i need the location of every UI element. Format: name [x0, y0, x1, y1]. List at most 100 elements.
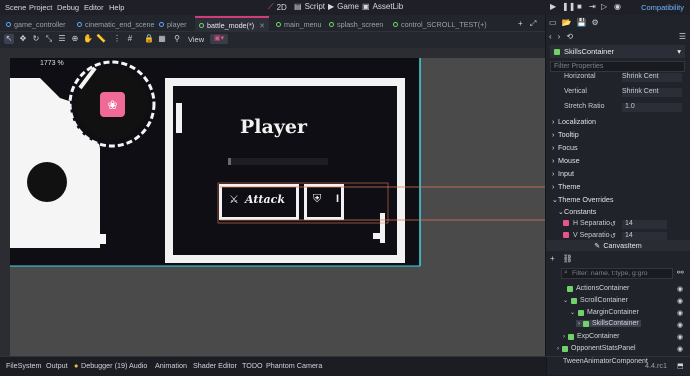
section-tooltip[interactable]: Tooltip [558, 130, 579, 139]
chevron-right-icon: › [552, 169, 555, 178]
tab-main-menu[interactable]: main_menu [272, 18, 326, 30]
tab-control-scroll-test[interactable]: control_SCROLL_TEST(+) [389, 18, 491, 30]
visibility-icon[interactable]: ◉ [677, 321, 683, 329]
menu-help[interactable]: Help [109, 3, 124, 12]
tab-player[interactable]: player [155, 18, 191, 30]
tab-shader-editor[interactable]: Shader Editor [193, 361, 237, 370]
move-mode-icon[interactable]: ✥ [18, 34, 28, 44]
stretch-ratio-field[interactable]: 1.0 [622, 103, 682, 112]
zoom-level[interactable]: 1773 % [40, 60, 64, 67]
renderer-label[interactable]: Compatibility [641, 3, 684, 12]
ruler-icon[interactable]: 📏 [96, 34, 106, 44]
vertical-ruler[interactable] [0, 48, 10, 356]
rotate-mode-icon[interactable]: ↻ [31, 34, 41, 44]
group-icon[interactable]: ▦ [157, 34, 167, 44]
new-resource-icon[interactable]: ▭ [549, 18, 557, 30]
tab-output[interactable]: Output [46, 361, 68, 370]
stop-icon[interactable]: ■ [577, 2, 582, 11]
visibility-icon[interactable]: ◉ [677, 345, 683, 353]
tab-splash-screen[interactable]: splash_screen [325, 18, 387, 30]
back-icon[interactable]: ‹ [549, 32, 552, 42]
tree-item-margincontainer[interactable]: ⌄ MarginContainer [570, 309, 639, 316]
pan-icon[interactable]: ✋ [83, 34, 93, 44]
visibility-icon[interactable]: ◉ [677, 297, 683, 305]
workspace-script-button[interactable]: ▤ Script [294, 2, 325, 11]
tab-audio[interactable]: Audio [129, 361, 147, 370]
section-input[interactable]: Input [558, 169, 574, 178]
tree-item-opponentstatspanel[interactable]: › OpponentStatsPanel [557, 345, 636, 352]
tree-item-tweenanimatorcomponent[interactable]: TweenAnimatorComponent [563, 358, 648, 365]
panel-toggle-icon[interactable]: ⬒ [677, 361, 684, 370]
object-menu-icon[interactable]: ☰ [679, 32, 686, 42]
menu-scene[interactable]: Scene [5, 3, 26, 12]
h-separation-field[interactable]: 14 [622, 220, 667, 229]
view-menu[interactable]: View [188, 35, 204, 44]
vertical-dropdown[interactable]: Shrink Cent [622, 88, 682, 97]
open-icon[interactable]: 📂 [562, 18, 572, 30]
menu-debug[interactable]: Debug [57, 3, 79, 12]
link-icon[interactable]: ⛓ [563, 254, 573, 265]
movie-icon[interactable]: ◉ [614, 2, 621, 11]
visibility-icon[interactable]: ◉ [677, 333, 683, 341]
v-separation-checkbox[interactable] [563, 232, 572, 239]
workspace-game-button[interactable]: ▶ Game [328, 2, 359, 11]
tab-cinematic-end-scene[interactable]: cinematic_end_scene [73, 18, 159, 30]
revert-icon[interactable]: ↺ [610, 232, 616, 240]
add-node-icon[interactable]: + [550, 254, 555, 265]
menu-editor[interactable]: Editor [84, 3, 104, 12]
tree-item-label: ExpContainer [577, 333, 620, 340]
pivot-icon[interactable]: ⊕ [70, 34, 80, 44]
tree-item-scrollcontainer[interactable]: ⌄ ScrollContainer [563, 297, 628, 304]
workspace-assetlib-button[interactable]: ▣ AssetLib [362, 2, 403, 11]
section-localization[interactable]: Localization [558, 117, 596, 126]
canvasitem-section[interactable]: ✎ CanvasItem [546, 240, 690, 251]
pause-icon[interactable]: ❚❚ [562, 2, 575, 11]
revert-icon[interactable]: ↺ [610, 220, 616, 228]
horizontal-dropdown[interactable]: Shrink Cent [622, 73, 682, 82]
visibility-icon[interactable]: ◉ [677, 285, 683, 293]
tab-filesystem[interactable]: FileSystem [6, 361, 42, 370]
forward-icon[interactable]: › [558, 32, 561, 42]
horizontal-ruler[interactable] [0, 48, 545, 58]
grid-snap-icon[interactable]: # [125, 34, 135, 44]
workspace-2d-button[interactable]: ⟋ 2D [268, 2, 287, 12]
list-select-icon[interactable]: ☰ [57, 34, 67, 44]
filter-options-icon[interactable]: ⚯ [677, 268, 684, 277]
scene-filter-input[interactable]: Filter: name, t:type, g:gro [561, 268, 673, 279]
anchor-preset-dropdown[interactable]: ▣▾ [210, 34, 228, 44]
play-scene-icon[interactable]: ▷ [601, 2, 607, 11]
close-icon[interactable]: ✕ [259, 21, 265, 30]
save-icon[interactable]: 💾 [577, 18, 587, 30]
add-tab-icon[interactable]: + [518, 19, 523, 28]
inspected-node[interactable]: SkillsContainer ▾ [550, 45, 685, 58]
scale-mode-icon[interactable]: ⤡ [44, 34, 54, 44]
section-theme[interactable]: Theme [558, 182, 580, 191]
script-icon: ▤ [294, 2, 302, 11]
history-icon[interactable]: ⟲ [566, 32, 573, 42]
filter-properties-input[interactable]: Filter Properties [550, 61, 685, 72]
remote-debug-icon[interactable]: ⇥ [589, 2, 596, 11]
distraction-free-icon[interactable]: ⤢ [530, 19, 536, 29]
smart-snap-icon[interactable]: ⋮ [112, 34, 122, 44]
tab-debugger[interactable]: Debugger (19) [81, 361, 127, 370]
lock-icon[interactable]: 🔒 [144, 34, 154, 44]
section-theme-overrides[interactable]: Theme Overrides [558, 195, 614, 204]
bone-icon[interactable]: ⚲ [172, 34, 182, 44]
section-constants[interactable]: Constants [564, 207, 596, 216]
select-mode-icon[interactable]: ↖ [4, 34, 14, 44]
tab-game-controller[interactable]: game_controller [2, 18, 70, 30]
play-icon[interactable]: ▶ [550, 2, 556, 11]
tree-item-skillscontainer[interactable]: › SkillsContainer [576, 320, 641, 327]
menu-project[interactable]: Project [29, 3, 52, 12]
tab-battle-mode[interactable]: battle_mode(*) ✕ [195, 16, 270, 32]
tab-todo[interactable]: TODO [242, 361, 263, 370]
extra-icon[interactable]: ⚙ [592, 18, 599, 30]
tree-item-expcontainer[interactable]: › ExpContainer [563, 333, 619, 340]
section-mouse[interactable]: Mouse [558, 156, 580, 165]
visibility-icon[interactable]: ◉ [677, 309, 683, 317]
tab-animation[interactable]: Animation [155, 361, 187, 370]
tree-item-actionscontainer[interactable]: ActionsContainer [567, 285, 629, 292]
h-separation-checkbox[interactable] [563, 220, 572, 227]
section-focus[interactable]: Focus [558, 143, 578, 152]
tab-phantom-camera[interactable]: Phantom Camera [266, 361, 322, 370]
